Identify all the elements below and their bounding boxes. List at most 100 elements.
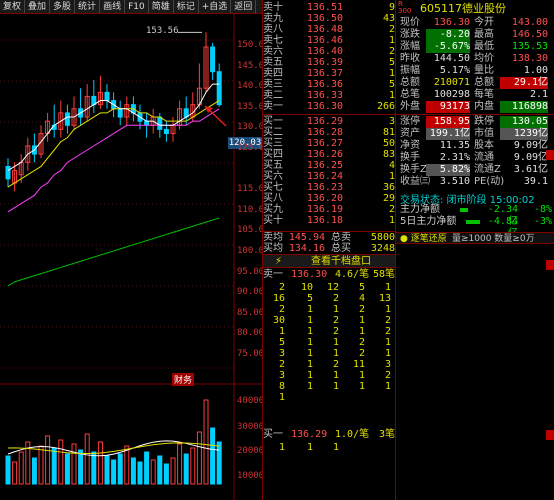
queue-order-size: 1 xyxy=(332,304,339,315)
depth-view-button[interactable]: ⚡ 查看千档盘口 xyxy=(263,254,395,268)
toolbar-button[interactable]: 复权 xyxy=(0,0,26,13)
toolbar-button[interactable]: F10 xyxy=(125,0,149,13)
queue-order-size: 8 xyxy=(278,381,285,392)
price-axis-label: 110.0 xyxy=(237,205,265,215)
sell-level-row[interactable]: 卖九 136.50 43 xyxy=(263,13,395,24)
quote-value: -8.20 xyxy=(426,29,470,41)
quote-label: 量比 xyxy=(474,65,494,76)
level-volume: 1 xyxy=(388,90,395,101)
queue-order-size: 5 xyxy=(306,293,313,304)
summary-value: 134.16 xyxy=(288,243,325,254)
buy-level-row[interactable]: 买八 136.20 29 xyxy=(263,193,395,204)
level-price: 136.25 xyxy=(306,160,343,171)
price-axis-label: 150.0 xyxy=(237,40,265,50)
quote-row: 换手Z 5.82% 流通Z 3.61亿 xyxy=(396,164,554,176)
side-tab[interactable] xyxy=(546,430,554,440)
level-label: 买八 xyxy=(263,193,283,204)
quote-label: 流通 xyxy=(474,152,494,163)
level-label: 买四 xyxy=(263,149,283,160)
quote-value: 2.1 xyxy=(529,89,548,100)
level-label: 卖五 xyxy=(263,57,283,68)
quote-value: 136.30 xyxy=(433,17,470,28)
queue-order-size: 1 xyxy=(332,348,339,359)
sell-level-row[interactable]: 卖十 136.51 9 xyxy=(263,2,395,13)
quote-value: 93173 xyxy=(426,101,470,113)
level-price: 136.30 xyxy=(306,101,343,112)
sell-level-row[interactable]: 卖二 136.33 1 xyxy=(263,90,395,101)
volume-bar xyxy=(51,447,57,485)
buy-queue-avg: 1.0/笔 xyxy=(335,429,370,440)
quote-value: 135.53 xyxy=(511,41,548,52)
queue-order-size: 1 xyxy=(384,282,391,293)
price-axis-label: 75.00 xyxy=(237,349,265,359)
buy-level-row[interactable]: 买六 136.24 1 xyxy=(263,171,395,182)
sell-level-row[interactable]: 卖四 136.37 1 xyxy=(263,68,395,79)
buy-level-row[interactable]: 买九 136.19 2 xyxy=(263,204,395,215)
price-axis-label: 140.0 xyxy=(237,81,265,91)
volume-bar xyxy=(190,447,196,485)
volume-bar xyxy=(203,399,209,485)
level-volume: 81 xyxy=(382,127,395,138)
queue-order-size: 2 xyxy=(332,315,339,326)
orderbook-divider xyxy=(263,114,395,115)
toolbar-button[interactable]: 多股 xyxy=(50,0,76,13)
toolbar-button[interactable]: 叠加 xyxy=(25,0,51,13)
sell-level-row[interactable]: 卖七 136.46 1 xyxy=(263,35,395,46)
toolbar-button[interactable]: 标记 xyxy=(174,0,199,13)
queue-order-size: 2 xyxy=(358,348,365,359)
sell-level-row[interactable]: 卖六 136.40 2 xyxy=(263,46,395,57)
quote-value: 144.50 xyxy=(433,53,470,64)
toolbar-button[interactable]: 简雄 xyxy=(149,0,174,13)
orderbook-summary-row: 卖均 145.94 总卖 5800 xyxy=(263,232,395,243)
sell-level-row[interactable]: 卖三 136.36 5 xyxy=(263,79,395,90)
queue-order-size: 1 xyxy=(332,442,339,453)
tick-filter-bar[interactable]: ● 逐笔还原 量≥1000 数量≥0万 xyxy=(396,232,554,244)
quote-value: 146.50 xyxy=(511,29,548,40)
buy-level-row[interactable]: 买二 136.28 81 xyxy=(263,127,395,138)
level-price: 136.48 xyxy=(306,24,343,35)
side-tab[interactable] xyxy=(546,150,554,160)
price-axis-label: 145.0 xyxy=(237,61,265,71)
tick-filter-setting[interactable]: 量≥1000 数量≥0万 xyxy=(452,233,535,245)
price-axis-label: 130.0 xyxy=(237,122,265,132)
queue-order-size: 16 xyxy=(272,293,285,304)
buy-level-row[interactable]: 买五 136.25 4 xyxy=(263,160,395,171)
quote-value: 1239亿 xyxy=(500,128,548,140)
toolbar-button[interactable]: +自选 xyxy=(199,0,232,13)
kline-chart-canvas[interactable] xyxy=(0,14,262,500)
buy-level-row[interactable]: 买十 136.18 1 xyxy=(263,215,395,226)
queue-order-size: 1 xyxy=(332,381,339,392)
quote-row: 现价 136.30 今开 143.00 xyxy=(396,17,554,29)
buy-level-row[interactable]: 买七 136.23 36 xyxy=(263,182,395,193)
kline-chart[interactable]: 153.56 120.03 财务 150.0 145.0 140.0 135.0 130… xyxy=(0,14,265,500)
level-label: 卖四 xyxy=(263,68,283,79)
volume-bar xyxy=(64,453,70,485)
sell-level-row[interactable]: 卖五 136.39 5 xyxy=(263,57,395,68)
sell-level-row[interactable]: 卖一 136.30 266 xyxy=(263,101,395,112)
quote-value: 130.05 xyxy=(500,116,548,128)
quote-label: 股本 xyxy=(474,140,494,151)
quote-value: 116898 xyxy=(500,101,548,113)
price-axis-label: 85.00 xyxy=(237,308,265,318)
volume-bar xyxy=(130,457,136,485)
queue-order-size: 1 xyxy=(278,326,285,337)
buy-level-row[interactable]: 买一 136.29 3 xyxy=(263,116,395,127)
queue-row: 1 1 2 1 2 xyxy=(263,326,395,337)
tick-restore-toggle[interactable]: ● 逐笔还原 xyxy=(400,233,447,245)
finance-report-badge[interactable]: 财务 xyxy=(172,373,195,386)
orderbook-divider xyxy=(263,231,395,232)
sell-level-row[interactable]: 卖八 136.48 2 xyxy=(263,24,395,35)
toolbar-button[interactable]: 画线 xyxy=(100,0,126,13)
level-label: 买七 xyxy=(263,182,283,193)
toolbar-button[interactable]: 统计 xyxy=(75,0,101,13)
buy-level-row[interactable]: 买四 136.26 83 xyxy=(263,149,395,160)
level-volume: 50 xyxy=(382,138,395,149)
toolbar-button[interactable]: 返回 xyxy=(231,0,257,13)
level-label: 买九 xyxy=(263,204,283,215)
side-tab[interactable] xyxy=(546,260,554,270)
queue-order-size: 1 xyxy=(358,315,365,326)
price-axis-label: 105.0 xyxy=(237,225,265,235)
quote-label: 现价 xyxy=(400,17,420,28)
buy-level-row[interactable]: 买三 136.27 50 xyxy=(263,138,395,149)
queue-order-size: 1 xyxy=(306,381,313,392)
